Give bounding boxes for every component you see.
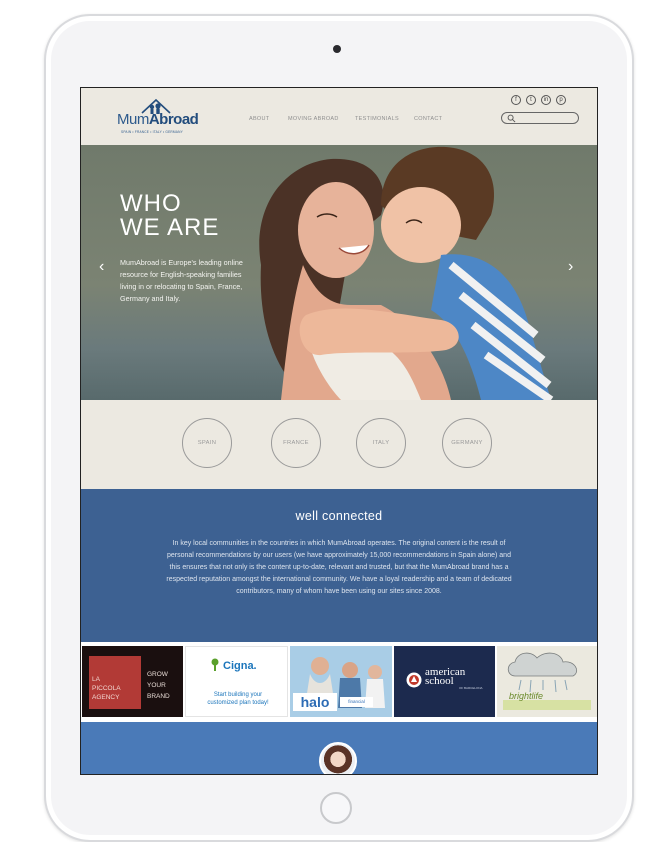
cigna-tagline: Start building your customized plan toda…	[207, 692, 269, 706]
country-selector: SPAIN FRANCE ITALY GERMANY	[81, 400, 597, 489]
country-germany[interactable]: GERMANY	[442, 418, 492, 468]
ad-cigna[interactable]: Cigna. Start building your customized pl…	[185, 646, 288, 717]
hero-description: MumAbroad is Europe's leading online res…	[120, 258, 243, 303]
logo[interactable]: MumAbroad SPAIN • FRANCE • ITALY • GERMA…	[117, 97, 207, 139]
country-france[interactable]: FRANCE	[271, 418, 321, 468]
nav-about[interactable]: ABOUT	[249, 116, 269, 122]
country-spain[interactable]: SPAIN	[182, 418, 232, 468]
slider-prev-arrow[interactable]: ‹	[99, 258, 104, 276]
school-name: american school	[425, 666, 466, 687]
well-connected-section: well connected In key local communities …	[81, 489, 597, 642]
section-title: well connected	[295, 509, 383, 523]
school-sub: OF BARCELONA	[459, 686, 483, 690]
pinterest-icon[interactable]: p	[556, 95, 566, 105]
hero-slider: WHO WE ARE MumAbroad is Europe's leading…	[81, 145, 597, 400]
halo-sub: financial	[340, 697, 373, 707]
nav-contact[interactable]: CONTACT	[414, 116, 442, 122]
nav-moving-abroad[interactable]: MOVING ABROAD	[288, 116, 339, 122]
search-input[interactable]	[501, 112, 579, 124]
logo-tagline: SPAIN • FRANCE • ITALY • GERMANY	[121, 130, 183, 134]
ad-halo-financial[interactable]: halo financial	[290, 646, 392, 717]
section-body: In key local communities in the countrie…	[166, 540, 512, 595]
nav-testimonials[interactable]: TESTIMONIALS	[355, 116, 399, 122]
ad-american-school[interactable]: american school OF BARCELONA	[394, 646, 495, 717]
facebook-icon[interactable]: f	[511, 95, 521, 105]
cigna-logo: Cigna.	[223, 660, 257, 672]
home-button[interactable]	[320, 792, 352, 824]
testimonials-strip	[81, 722, 597, 774]
ad-kids-brand[interactable]: brightlife	[497, 646, 597, 717]
country-italy[interactable]: ITALY	[356, 418, 406, 468]
partner-banners: LA PICCOLA AGENCY GROW YOUR BRAND Cigna.…	[81, 642, 597, 722]
slider-next-arrow[interactable]: ›	[568, 258, 573, 276]
kids-brand-logo: brightlife	[509, 691, 544, 701]
linkedin-icon[interactable]: in	[541, 95, 551, 105]
piccola-name: LA PICCOLA AGENCY	[92, 676, 121, 701]
kids-cloud-illustration	[497, 646, 597, 717]
tablet-camera	[333, 45, 341, 53]
cigna-tree-icon	[211, 658, 219, 671]
search-icon	[507, 114, 516, 123]
website-screen: MumAbroad SPAIN • FRANCE • ITALY • GERMA…	[80, 87, 598, 775]
halo-logo: halo	[293, 693, 337, 711]
piccola-slogan: GROW YOUR BRAND	[147, 671, 170, 700]
logo-wordmark: MumAbroad	[117, 111, 199, 128]
ad-piccola-agency[interactable]: LA PICCOLA AGENCY GROW YOUR BRAND	[82, 646, 183, 717]
avatar	[319, 742, 357, 774]
site-header: MumAbroad SPAIN • FRANCE • ITALY • GERMA…	[81, 88, 597, 145]
twitter-icon[interactable]: t	[526, 95, 536, 105]
hero-title: WHO WE ARE	[120, 190, 220, 241]
school-crest-icon	[406, 672, 422, 688]
